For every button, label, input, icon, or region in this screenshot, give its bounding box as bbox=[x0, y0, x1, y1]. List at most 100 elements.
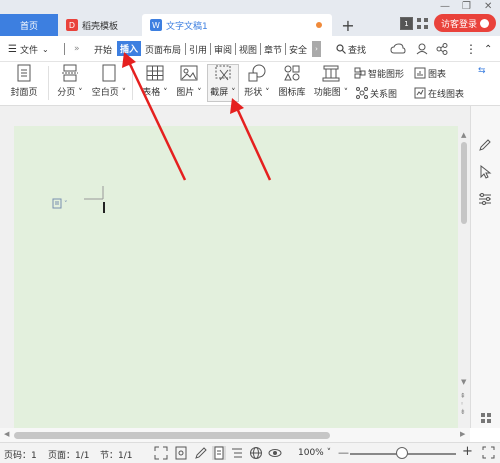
horizontal-scroll-thumb[interactable] bbox=[14, 432, 330, 439]
blank-page-icon bbox=[100, 64, 118, 82]
tab-security-label: 安全 bbox=[289, 45, 308, 56]
tab-page-layout[interactable]: 页面布局 bbox=[145, 42, 181, 56]
page-break-button[interactable]: 分页 ˅ bbox=[56, 64, 84, 98]
cover-page-label: 封面页 bbox=[10, 88, 38, 98]
tab-templates-label: 稻壳模板 bbox=[82, 21, 119, 32]
picture-icon bbox=[180, 64, 198, 82]
scroll-down-icon[interactable]: ▼ bbox=[461, 378, 466, 386]
section-count[interactable]: 节：1/1 bbox=[100, 448, 133, 461]
close-window-button[interactable]: ✕ bbox=[484, 0, 492, 12]
relation-chart-button[interactable]: 关系图 bbox=[356, 86, 397, 100]
page-count[interactable]: 页面：1/1 bbox=[48, 448, 90, 461]
table-button[interactable]: 表格 ˅ bbox=[140, 64, 170, 98]
tab-insert[interactable]: 插入 bbox=[117, 41, 141, 56]
function-chart-button[interactable]: 功能图 ˅ bbox=[312, 64, 350, 98]
function-chart-label: 功能图 ˅ bbox=[313, 88, 349, 98]
divider bbox=[260, 43, 261, 55]
chart-button[interactable]: 图表 bbox=[414, 66, 446, 80]
new-tab-button[interactable]: + bbox=[340, 14, 356, 36]
reading-mode-icon[interactable] bbox=[268, 446, 282, 460]
divider bbox=[285, 43, 286, 55]
tab-sections[interactable]: 章节 bbox=[264, 42, 282, 56]
web-view-icon[interactable] bbox=[249, 446, 263, 460]
login-label: 访客登录 bbox=[440, 19, 477, 30]
tab-references[interactable]: 引用 bbox=[189, 42, 207, 56]
document-page[interactable] bbox=[14, 126, 458, 428]
cloud-icon[interactable] bbox=[390, 43, 406, 55]
restore-button[interactable]: ❐ bbox=[462, 0, 471, 12]
tab-security[interactable]: 安全 bbox=[289, 42, 307, 56]
tab-insert-label: 插入 bbox=[119, 45, 138, 55]
zoom-in-button[interactable]: + bbox=[462, 444, 473, 459]
fit-page-icon[interactable] bbox=[482, 446, 495, 459]
apps-grid-icon[interactable] bbox=[416, 17, 429, 30]
scroll-up-icon[interactable]: ▲ bbox=[461, 131, 466, 139]
zoom-level[interactable]: 100% ˅ bbox=[298, 448, 331, 458]
paragraph-layout-icon[interactable]: ˅ bbox=[52, 198, 68, 209]
collapse-ribbon-icon[interactable]: ⌃ bbox=[484, 42, 492, 56]
tab-templates[interactable]: D 稻壳模板 bbox=[58, 14, 142, 36]
screenshot-button[interactable]: 截屏 ˅ bbox=[208, 64, 238, 98]
picture-button[interactable]: 图片 ˅ bbox=[174, 64, 204, 98]
expand-menu-icon[interactable]: » bbox=[74, 42, 80, 56]
tab-home-label: 首页 bbox=[19, 21, 38, 32]
panel-grid-icon[interactable] bbox=[481, 413, 491, 423]
tab-view[interactable]: 视图 bbox=[239, 42, 257, 56]
function-chart-icon bbox=[322, 64, 340, 82]
online-chart-button[interactable]: 在线图表 bbox=[414, 86, 464, 100]
hamburger-icon: ☰ bbox=[8, 43, 17, 55]
tab-view-label: 视图 bbox=[239, 45, 258, 56]
chart-label: 图表 bbox=[428, 69, 447, 80]
search-button[interactable]: 查找 bbox=[336, 42, 366, 56]
tab-start[interactable]: 开始 bbox=[94, 42, 112, 56]
shapes-icon bbox=[248, 64, 266, 82]
tab-document[interactable]: W 文字文稿1 bbox=[142, 14, 332, 36]
login-button[interactable]: 访客登录 bbox=[434, 14, 496, 32]
blank-page-button[interactable]: 空白页 ˅ bbox=[90, 64, 128, 98]
scissors-icon bbox=[214, 64, 232, 82]
share-user-icon[interactable] bbox=[416, 43, 428, 55]
pen-edit-icon[interactable] bbox=[194, 446, 208, 460]
divider bbox=[235, 43, 236, 55]
page-nav-icons[interactable]: ⇞ ◦ ⇟ bbox=[460, 392, 466, 416]
pen-icon[interactable] bbox=[478, 138, 492, 152]
more-options-icon[interactable]: ⋮ bbox=[465, 42, 477, 56]
icon-library-icon bbox=[283, 64, 301, 82]
adjust-settings-icon[interactable] bbox=[478, 192, 492, 206]
more-tabs-button[interactable]: › bbox=[312, 41, 321, 57]
scroll-right-icon[interactable]: ▶ bbox=[460, 430, 465, 438]
file-menu[interactable]: ☰ 文件 ⌄ bbox=[8, 42, 49, 56]
icon-library-button[interactable]: 图标库 bbox=[276, 64, 308, 98]
smart-art-button[interactable]: 智能图形 bbox=[354, 66, 404, 80]
divider bbox=[210, 43, 211, 55]
shape-button[interactable]: 形状 ˅ bbox=[242, 64, 272, 98]
outline-view-icon[interactable] bbox=[230, 446, 244, 460]
fullscreen-icon[interactable] bbox=[154, 446, 168, 460]
divider bbox=[132, 66, 133, 100]
chevron-down-icon: ⌄ bbox=[41, 44, 49, 54]
smart-art-label: 智能图形 bbox=[368, 69, 405, 80]
page-number[interactable]: 页码：1 bbox=[4, 448, 37, 461]
zoom-slider-knob[interactable] bbox=[396, 447, 408, 459]
share-icon[interactable] bbox=[436, 43, 448, 55]
minimize-button[interactable]: — bbox=[440, 0, 450, 12]
zoom-out-button[interactable]: — bbox=[338, 446, 349, 459]
smart-art-icon bbox=[354, 67, 366, 79]
page-break-label: 分页 ˅ bbox=[57, 88, 83, 98]
more-ribbon-icon[interactable]: ⇆ bbox=[478, 66, 486, 76]
cover-page-button[interactable]: 封面页 bbox=[8, 64, 40, 98]
blank-page-label: 空白页 ˅ bbox=[91, 88, 127, 98]
scroll-left-icon[interactable]: ◀ bbox=[4, 430, 9, 438]
window-layout-icon[interactable]: 1 bbox=[400, 17, 413, 30]
vertical-scroll-thumb[interactable] bbox=[461, 142, 467, 224]
online-chart-icon bbox=[414, 87, 426, 99]
cursor-select-icon[interactable] bbox=[478, 165, 492, 179]
page-view-icon[interactable] bbox=[212, 446, 226, 460]
unsaved-dot-icon bbox=[316, 22, 322, 28]
tab-review-label: 审阅 bbox=[214, 45, 233, 56]
shape-label: 形状 ˅ bbox=[244, 88, 270, 98]
tab-home[interactable]: 首页 bbox=[0, 14, 58, 36]
text-cursor bbox=[103, 202, 105, 213]
tab-review[interactable]: 审阅 bbox=[214, 42, 232, 56]
protect-eye-icon[interactable] bbox=[174, 446, 188, 460]
